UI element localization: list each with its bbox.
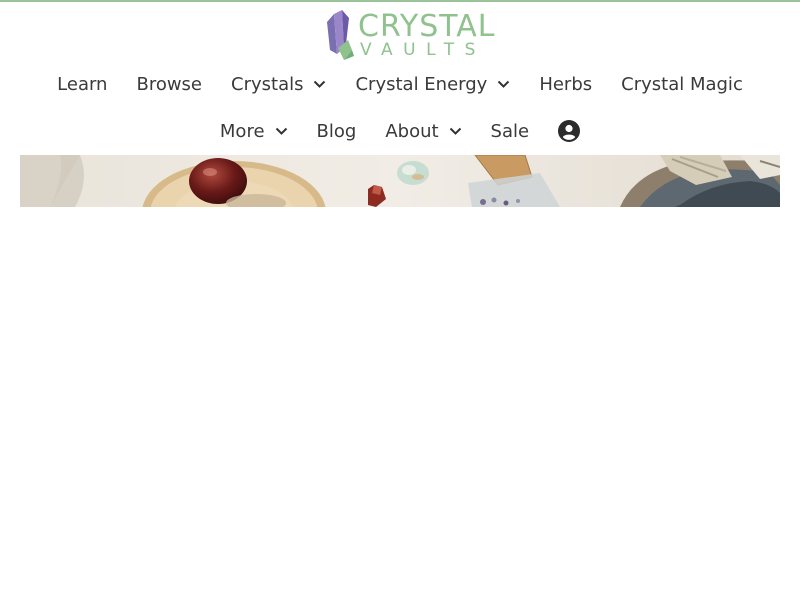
nav-item-blog[interactable]: Blog (302, 121, 371, 142)
logo-text-vaults: VAULTS (360, 40, 486, 60)
crystal-logo-icon (327, 10, 354, 60)
chevron-down-icon[interactable] (497, 80, 510, 89)
chevron-down-icon[interactable] (313, 80, 326, 89)
nav-item-crystal-energy[interactable]: Crystal Energy (341, 74, 525, 95)
top-accent-rule (0, 0, 800, 2)
nav-label: Learn (57, 73, 108, 95)
chevron-down-icon[interactable] (449, 127, 462, 136)
logo-text-crystal: CRYSTAL (358, 9, 496, 44)
site-logo[interactable]: CRYSTAL VAULTS (324, 8, 494, 62)
nav-item-herbs[interactable]: Herbs (525, 74, 607, 95)
nav-item-sale[interactable]: Sale (476, 121, 544, 142)
nav-item-learn[interactable]: Learn (43, 74, 122, 95)
nav-item-more[interactable]: More (205, 121, 302, 142)
nav-item-crystals[interactable]: Crystals (217, 74, 341, 95)
nav-item-crystal-magic[interactable]: Crystal Magic (607, 74, 758, 95)
nav-label: About (385, 120, 439, 142)
hero-banner-image (20, 155, 780, 207)
nav-label: Crystal Energy (355, 73, 488, 95)
user-circle-icon[interactable] (558, 120, 581, 142)
main-nav-row-2: More Blog About Sale (0, 111, 800, 151)
main-nav-row-1: Learn Browse Crystals Crystal Energy Her… (0, 64, 800, 104)
nav-label: Crystal Magic (621, 73, 743, 95)
nav-label: Crystals (231, 73, 304, 95)
nav-label: Browse (136, 73, 203, 95)
nav-label: Sale (490, 120, 530, 142)
nav-label: Herbs (539, 73, 593, 95)
nav-label: Blog (316, 120, 357, 142)
nav-item-about[interactable]: About (371, 121, 476, 142)
chevron-down-icon[interactable] (275, 127, 288, 136)
nav-item-browse[interactable]: Browse (122, 74, 217, 95)
nav-item-account[interactable] (544, 120, 595, 142)
nav-label: More (219, 120, 265, 142)
